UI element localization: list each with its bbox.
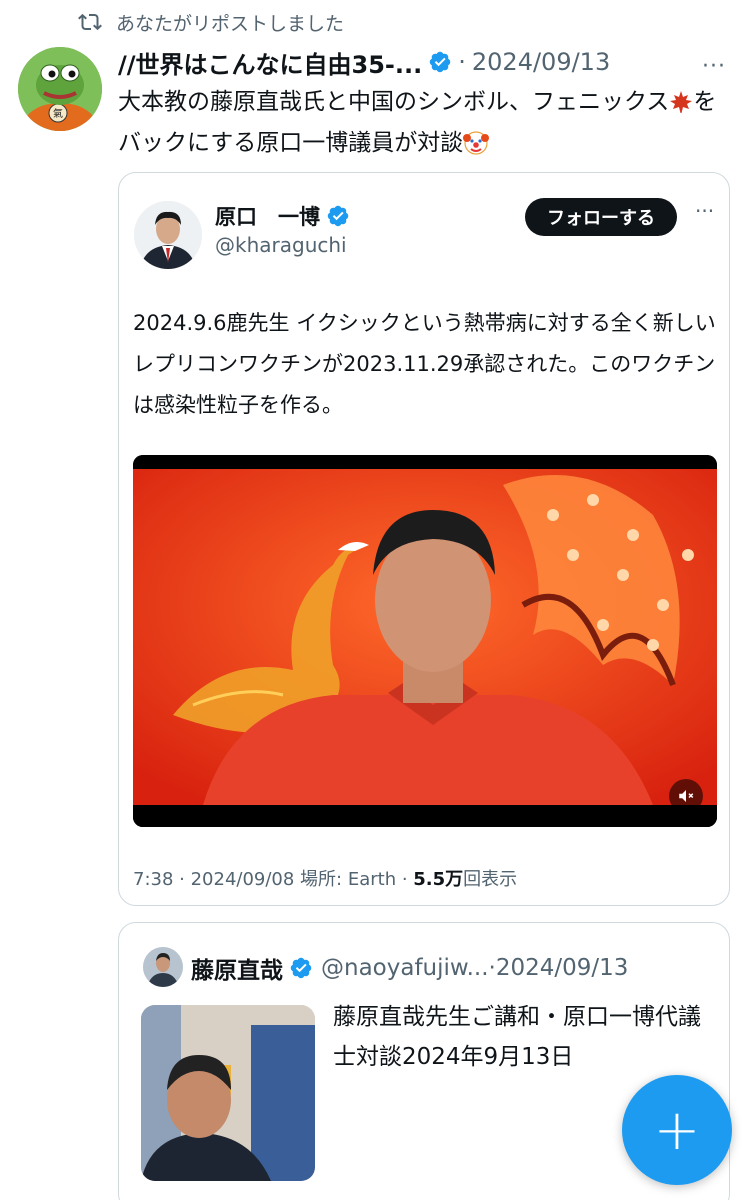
politician-photo (134, 201, 202, 269)
svg-text:氣: 氣 (53, 107, 63, 120)
tweet-header: //世界はこんなに自由35-... · 2024/09/13 ··· (118, 42, 734, 82)
separator-dot: · (458, 48, 466, 76)
quoted2-text: 藤原直哉先生ご講和・原口一博代議士対談2024年9月13日 (333, 1004, 701, 1070)
quoted-author-handle[interactable]: @kharaguchi (215, 233, 347, 257)
compose-icon[interactable]: + (622, 1075, 732, 1185)
video-player[interactable] (133, 455, 717, 827)
quoted-author-name[interactable]: 原口 一博 (215, 201, 320, 231)
maple-leaf-emoji (669, 89, 693, 125)
meta-time-place: 7:38 · 2024/09/08 場所: Earth · (133, 869, 414, 890)
room-video-thumbnail (141, 1005, 315, 1181)
verified-badge-icon (327, 205, 349, 227)
repost-indicator: あなたがリポストしました (78, 8, 344, 36)
more-icon[interactable]: ··· (695, 199, 714, 223)
view-label: 回表示 (463, 869, 518, 890)
quoted-author-name-row: 原口 一博 (215, 201, 350, 231)
tweet-text: 大本教の藤原直哉氏と中国のシンボル、フェニックス をバックにする原口一博議員が対談 (118, 84, 718, 166)
clown-emoji (463, 129, 490, 166)
quoted2-thumbnail[interactable] (141, 1005, 315, 1181)
quoted2-author-avatar[interactable] (143, 947, 183, 987)
view-count: 5.5万 (413, 869, 464, 890)
verified-badge-icon (290, 957, 312, 979)
author-photo (143, 947, 183, 987)
follow-button[interactable]: フォローする (525, 198, 677, 236)
quoted-tweet-card[interactable]: 原口 一博 @kharaguchi フォローする ··· 2024.9.6鹿先生… (118, 172, 730, 906)
quoted2-author-name[interactable]: 藤原直哉 (191, 951, 283, 985)
quoted-tweet-text: 2024.9.6鹿先生 イクシックという熱帯病に対する全く新しいレプリコンワクチ… (133, 311, 716, 417)
tweet-text-part-1: 大本教の藤原直哉氏と中国のシンボル、フェニックス (118, 89, 670, 115)
video-frame (133, 455, 717, 827)
verified-badge-icon (430, 51, 451, 73)
author-avatar[interactable]: 氣 (18, 47, 102, 131)
quoted2-handle[interactable]: @naoyafujiw... (321, 955, 489, 981)
quoted-author-avatar[interactable] (134, 201, 202, 269)
more-icon[interactable]: ··· (702, 54, 726, 79)
author-name[interactable]: //世界はこんなに自由35-... (118, 45, 422, 80)
frog-avatar-image: 氣 (18, 47, 102, 131)
quoted2-date[interactable]: 2024/09/13 (496, 955, 629, 981)
repost-label: あなたがリポストしました (116, 12, 345, 35)
quoted2-header: 藤原直哉 @naoyafujiw... · 2024/09/13 (191, 951, 628, 985)
mute-icon[interactable] (669, 779, 703, 813)
separator-dot: · (488, 955, 496, 981)
tweet-meta: 7:38 · 2024/09/08 場所: Earth · 5.5万回表示 (133, 865, 517, 891)
tweet-date[interactable]: 2024/09/13 (472, 48, 610, 76)
repost-icon (78, 13, 102, 31)
compose-plus: + (653, 1097, 701, 1163)
